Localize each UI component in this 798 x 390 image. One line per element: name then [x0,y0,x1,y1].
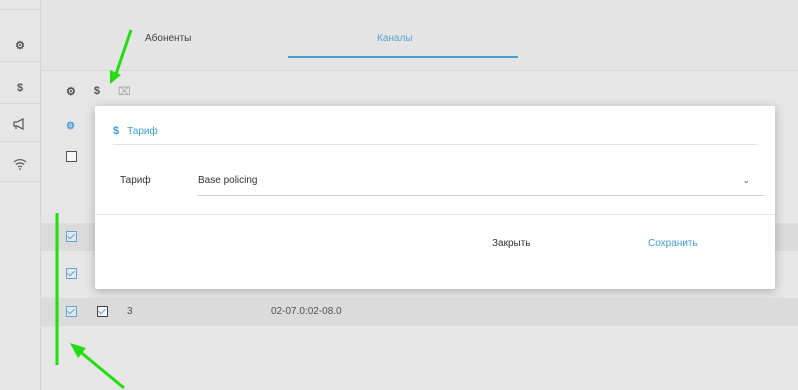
annotation-arrow-bottom [77,348,125,390]
annotation-overlay [55,29,133,390]
annotation-arrow-top [114,29,133,75]
